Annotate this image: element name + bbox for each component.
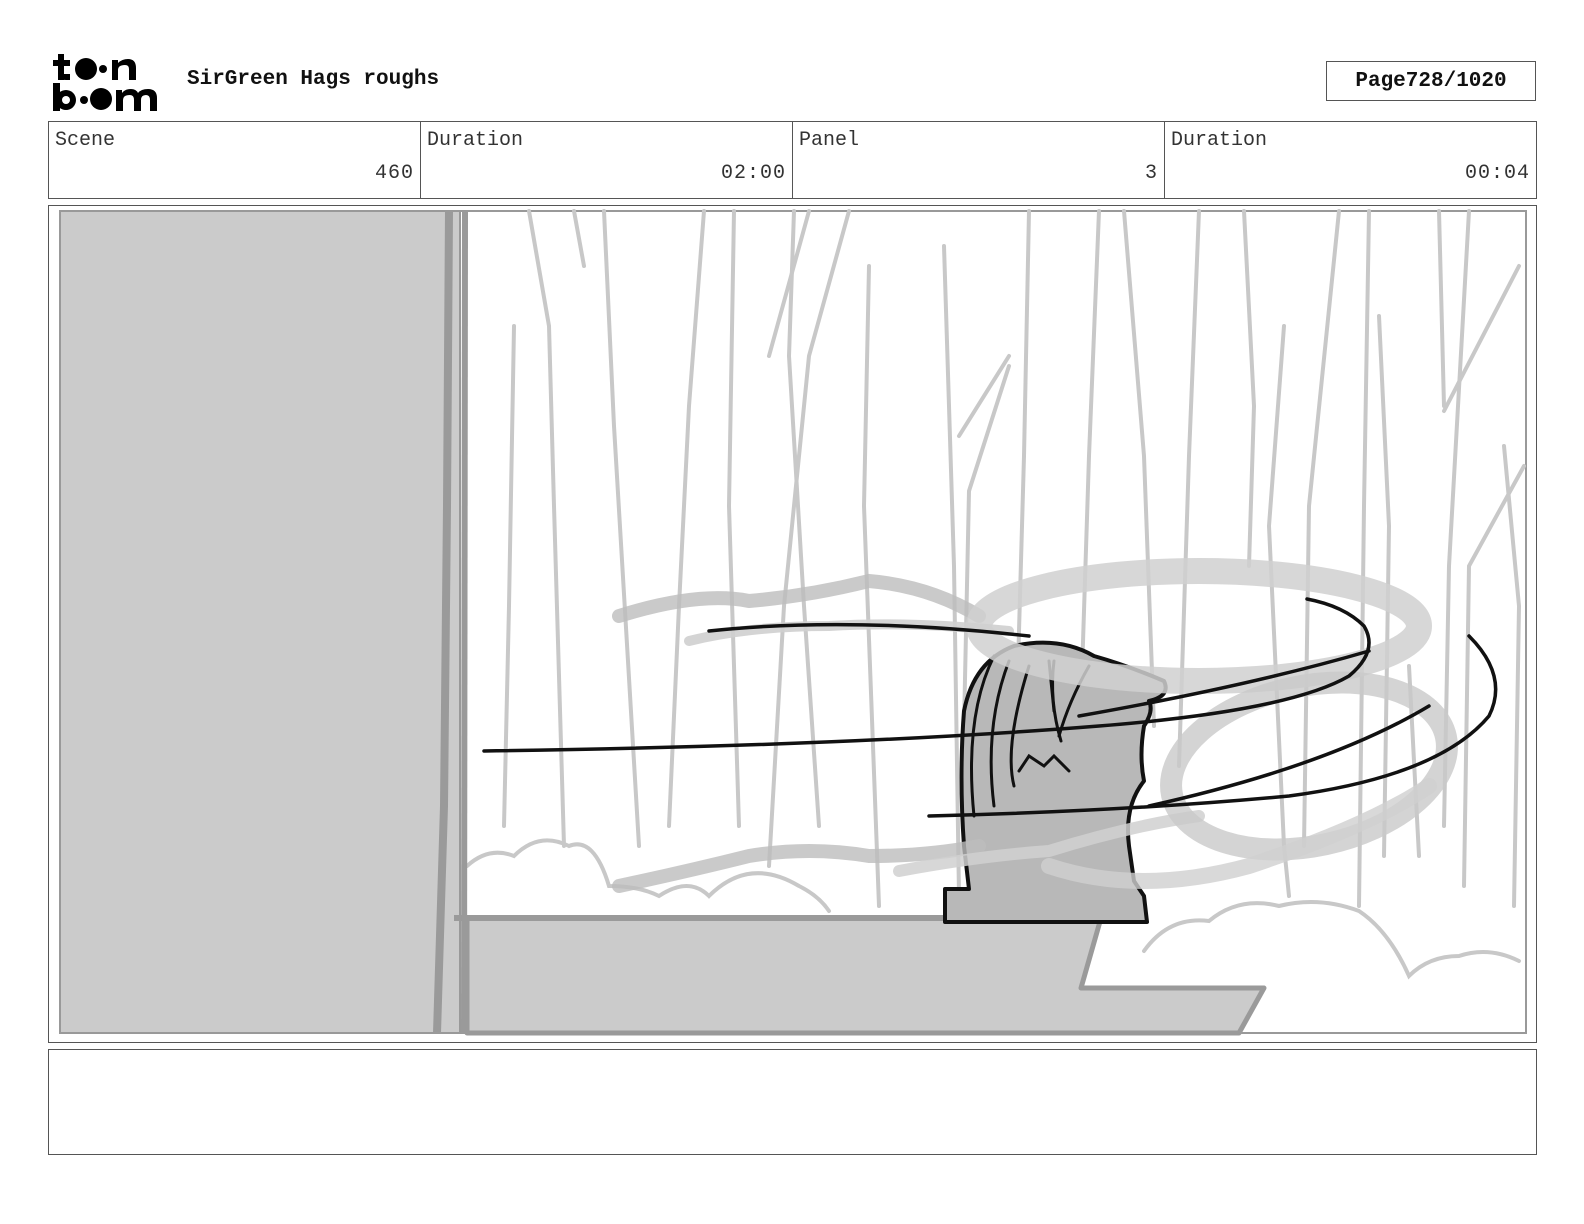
scene-info-table: Scene 460 Duration 02:00 Panel 3 Duratio…	[48, 121, 1537, 199]
page-indicator: Page 728/1020	[1326, 61, 1536, 101]
panel-duration-value: 00:04	[1464, 162, 1530, 185]
panel-duration-label: Duration	[1171, 129, 1268, 152]
scene-value: 460	[374, 162, 414, 185]
panel-notes-box	[48, 1049, 1537, 1155]
toon-boom-logo	[52, 50, 164, 112]
panel-label: Panel	[799, 129, 860, 152]
panel-sketch	[59, 209, 1527, 1036]
storyboard-panel	[48, 205, 1537, 1043]
scene-duration-value: 02:00	[720, 162, 786, 185]
page-label: Page	[1355, 69, 1406, 93]
scene-cell: Scene 460	[49, 122, 421, 198]
foreground-wall	[60, 211, 460, 1033]
scene-duration-cell: Duration 02:00	[421, 122, 793, 198]
panel-duration-cell: Duration 00:04	[1165, 122, 1536, 198]
scene-duration-label: Duration	[427, 129, 524, 152]
panel-cell: Panel 3	[793, 122, 1165, 198]
page-number: 728/1020	[1405, 69, 1507, 93]
scene-label: Scene	[55, 129, 116, 152]
panel-value: 3	[1144, 162, 1158, 185]
document-title: SirGreen Hags roughs	[187, 68, 440, 91]
